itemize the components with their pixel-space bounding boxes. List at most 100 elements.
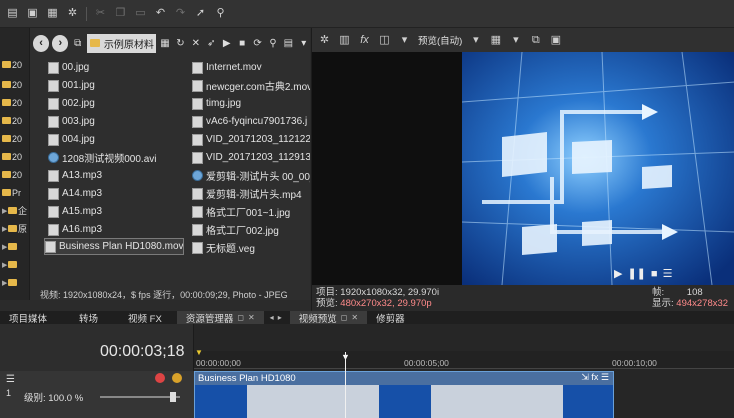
- list-item[interactable]: A15.mp3: [48, 203, 178, 220]
- clip-fx-icon[interactable]: ⇲ fx ☰: [581, 372, 609, 383]
- save-icon[interactable]: ▣: [26, 7, 39, 20]
- list-item[interactable]: A16.mp3: [48, 221, 178, 238]
- mute-icon[interactable]: [155, 373, 165, 383]
- tab-scroll-right-icon[interactable]: ▸: [278, 313, 282, 322]
- chevron-down-icon[interactable]: ▾: [509, 34, 522, 47]
- search-icon[interactable]: ⚲: [267, 37, 279, 50]
- track-menu-icon[interactable]: ☰: [6, 374, 15, 385]
- chevron-down-icon[interactable]: ▾: [398, 34, 411, 47]
- pause-icon[interactable]: ❚❚: [627, 267, 645, 280]
- list-item[interactable]: 爱剪辑-测试片头.mp4: [192, 185, 310, 202]
- level-slider-handle[interactable]: [170, 392, 176, 402]
- restore-icon[interactable]: ◻: [341, 313, 348, 322]
- tab-explorer[interactable]: 资源管理器 ◻ ✕: [176, 311, 264, 325]
- tree-item[interactable]: ▶ 原: [2, 222, 29, 235]
- overlays-icon[interactable]: ▦: [489, 34, 502, 47]
- stop-icon[interactable]: ■: [651, 268, 658, 280]
- loop-marker-icon[interactable]: ▼: [195, 348, 203, 357]
- play-icon[interactable]: ▶: [221, 37, 233, 50]
- list-item[interactable]: vAc6-fyqincu7901736.j: [192, 113, 310, 130]
- tab-video-fx[interactable]: 视频 FX: [119, 311, 171, 325]
- settings-icon[interactable]: ✲: [66, 7, 79, 20]
- folder-tree[interactable]: 20 20 20 20 20 20 20 Pr ▶ 企 ▶ 原 ▶ ▶ ▶: [0, 28, 30, 300]
- up-folder-icon[interactable]: ⧉: [71, 37, 83, 50]
- preview-quality-dropdown[interactable]: 预览(自动): [418, 33, 462, 47]
- save-snapshot-icon[interactable]: ▣: [549, 34, 562, 47]
- close-icon[interactable]: ✕: [351, 313, 358, 322]
- list-item[interactable]: 格式工厂002.jpg: [192, 221, 310, 238]
- tree-item[interactable]: Pr: [2, 186, 29, 199]
- list-item[interactable]: timg.jpg: [192, 95, 310, 112]
- list-item[interactable]: 爱剪辑-测试片头 00_00_: [192, 167, 310, 184]
- copy-snapshot-icon[interactable]: ⧉: [529, 34, 542, 47]
- tree-item[interactable]: 20: [2, 114, 29, 127]
- tree-item[interactable]: ▶ 企: [2, 204, 29, 217]
- project-properties-icon[interactable]: ▥: [338, 34, 351, 47]
- list-item[interactable]: Internet.mov: [192, 59, 310, 76]
- chevron-down-icon[interactable]: ▾: [469, 34, 482, 47]
- stop-icon[interactable]: ■: [236, 37, 248, 50]
- paste-icon[interactable]: ▭: [134, 7, 147, 20]
- pointer-icon[interactable]: ➚: [194, 7, 207, 20]
- list-item[interactable]: 00.jpg: [48, 59, 178, 76]
- list-item[interactable]: A13.mp3: [48, 167, 178, 184]
- list-item[interactable]: 无标题.veg: [192, 239, 310, 256]
- tab-video-preview[interactable]: 视频预览 ◻ ✕: [289, 311, 368, 325]
- gear-icon[interactable]: ✲: [318, 34, 331, 47]
- folder-open-icon[interactable]: ▤: [6, 7, 19, 20]
- list-item[interactable]: 001.jpg: [48, 77, 178, 94]
- playhead-cursor[interactable]: [345, 352, 346, 418]
- tab-project-media[interactable]: 项目媒体: [0, 311, 56, 325]
- split-screen-icon[interactable]: ◫: [378, 34, 391, 47]
- views-icon[interactable]: ▤: [282, 37, 294, 50]
- list-item[interactable]: VID_20171203_112913.: [192, 149, 310, 166]
- tree-item[interactable]: 20: [2, 96, 29, 109]
- tab-transitions[interactable]: 转场: [70, 311, 107, 325]
- list-item-selected[interactable]: Business Plan HD1080.mov: [44, 238, 184, 255]
- tree-item[interactable]: ▶: [2, 276, 29, 289]
- new-folder-icon[interactable]: ▦: [159, 37, 171, 50]
- tree-item[interactable]: 20: [2, 132, 29, 145]
- forward-button[interactable]: ›: [52, 34, 69, 52]
- tree-item[interactable]: 20: [2, 58, 29, 71]
- back-button[interactable]: ‹: [33, 34, 50, 52]
- tab-trimmer[interactable]: 修剪器: [367, 311, 414, 325]
- restore-icon[interactable]: ◻: [237, 313, 244, 322]
- list-item[interactable]: 格式工厂001~1.jpg: [192, 203, 310, 220]
- menu-icon[interactable]: ☰: [663, 267, 673, 280]
- refresh-icon[interactable]: ↻: [174, 37, 186, 50]
- time-ruler[interactable]: 00:00:00;00 00:00:05;00 00:00:10;00: [194, 351, 734, 369]
- tree-item[interactable]: ▶: [2, 258, 29, 271]
- video-track-header[interactable]: ☰ 1 级别: 100.0 %: [0, 371, 194, 418]
- delete-icon[interactable]: ✕: [190, 37, 202, 50]
- save-as-icon[interactable]: ▦: [46, 7, 59, 20]
- list-item[interactable]: 002.jpg: [48, 95, 178, 112]
- list-item[interactable]: A14.mp3: [48, 185, 178, 202]
- timeline-area[interactable]: 00:00:00;00 00:00:05;00 00:00:10;00 ▼ ▼ …: [194, 324, 734, 418]
- path-dropdown[interactable]: 示例原材料: [86, 33, 156, 53]
- list-item[interactable]: 004.jpg: [48, 131, 178, 148]
- undo-icon[interactable]: ↶: [154, 7, 167, 20]
- play-icon[interactable]: ▶: [614, 267, 622, 280]
- chevron-down-icon[interactable]: ▾: [298, 37, 310, 50]
- cut-icon[interactable]: ✂: [94, 7, 107, 20]
- add-to-project-icon[interactable]: ➶: [205, 37, 217, 50]
- tree-item[interactable]: 20: [2, 78, 29, 91]
- list-item[interactable]: 003.jpg: [48, 113, 178, 130]
- fx-icon[interactable]: fx: [358, 34, 371, 47]
- video-clip[interactable]: Business Plan HD1080 ⇲ fx ☰: [194, 371, 614, 418]
- list-item[interactable]: 1208测试视频000.avi: [48, 149, 178, 166]
- tab-scroll-left-icon[interactable]: ◂: [270, 313, 274, 322]
- level-slider[interactable]: [100, 396, 180, 398]
- redo-icon[interactable]: ↷: [174, 7, 187, 20]
- copy-icon[interactable]: ❐: [114, 7, 127, 20]
- tree-item[interactable]: ▶: [2, 240, 29, 253]
- solo-icon[interactable]: [172, 373, 182, 383]
- list-item[interactable]: newcger.com古典2.mov: [192, 77, 310, 94]
- snap-icon[interactable]: ⚲: [214, 7, 227, 20]
- close-icon[interactable]: ✕: [248, 313, 255, 322]
- auto-preview-icon[interactable]: ⟳: [251, 37, 263, 50]
- tree-item[interactable]: 20: [2, 150, 29, 163]
- list-item[interactable]: VID_20171203_112122.: [192, 131, 310, 148]
- tree-item[interactable]: 20: [2, 168, 29, 181]
